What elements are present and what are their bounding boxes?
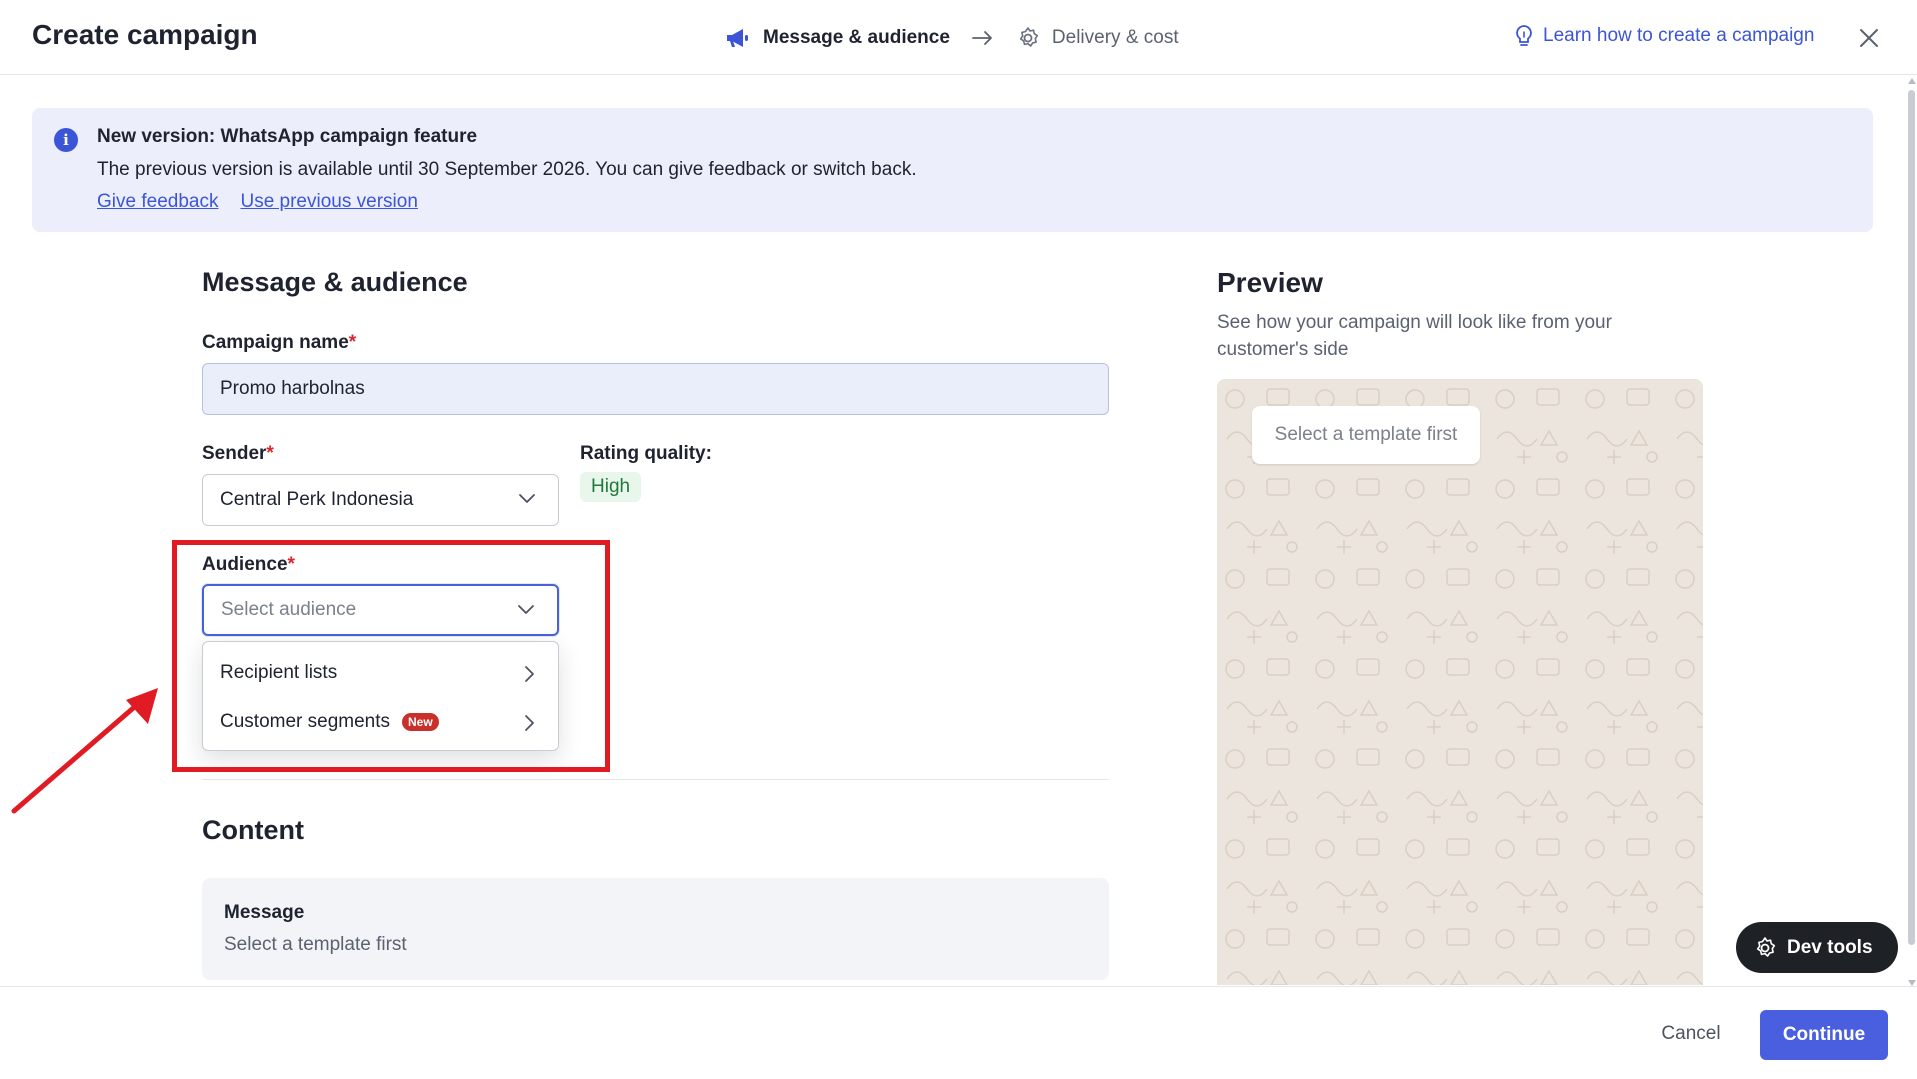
step-delivery-cost[interactable]: Delivery & cost bbox=[1016, 26, 1179, 50]
dev-tools-button[interactable]: Dev tools bbox=[1736, 922, 1898, 973]
chat-bubble-placeholder: Select a template first bbox=[1252, 406, 1480, 464]
banner-links: Give feedback Use previous version bbox=[97, 191, 418, 213]
megaphone-icon bbox=[727, 29, 748, 47]
scroll-up-arrow[interactable] bbox=[1908, 78, 1916, 84]
chat-preview-canvas: Select a template first bbox=[1217, 379, 1703, 985]
sender-label: Sender* bbox=[202, 443, 274, 464]
section-title-message-audience: Message & audience bbox=[202, 267, 468, 297]
give-feedback-link[interactable]: Give feedback bbox=[97, 191, 218, 213]
step-message-audience[interactable]: Message & audience bbox=[725, 27, 950, 49]
annotation-arrow bbox=[11, 688, 158, 814]
stepper: Message & audience Delivery & cost bbox=[725, 22, 1179, 54]
arrow-right-icon bbox=[972, 30, 994, 46]
info-icon: i bbox=[54, 128, 78, 152]
step-label: Message & audience bbox=[763, 27, 950, 48]
page-title: Create campaign bbox=[32, 19, 258, 50]
campaign-name-input[interactable]: Promo harbolnas bbox=[202, 363, 1109, 415]
preview-subtitle: See how your campaign will look like fro… bbox=[1217, 312, 1612, 360]
close-button[interactable] bbox=[1856, 25, 1882, 51]
cancel-button[interactable]: Cancel bbox=[1641, 1014, 1741, 1054]
step-label: Delivery & cost bbox=[1051, 27, 1179, 48]
chevron-down-icon bbox=[519, 494, 535, 503]
chat-wallpaper-pattern bbox=[1217, 379, 1703, 985]
message-card-subtitle: Select a template first bbox=[224, 934, 407, 955]
banner-text: The previous version is available until … bbox=[97, 159, 917, 180]
learn-link-label: Learn how to create a campaign bbox=[1543, 25, 1815, 46]
continue-button[interactable]: Continue bbox=[1760, 1010, 1888, 1060]
learn-campaign-link[interactable]: Learn how to create a campaign bbox=[1513, 24, 1814, 48]
campaign-name-label: Campaign name* bbox=[202, 332, 357, 353]
annotation-highlight-box bbox=[172, 540, 610, 772]
section-divider bbox=[202, 779, 1109, 780]
close-icon bbox=[1860, 29, 1878, 47]
message-card[interactable]: Message Select a template first bbox=[202, 878, 1109, 980]
sender-select[interactable]: Central Perk Indonesia bbox=[202, 474, 559, 526]
use-previous-version-link[interactable]: Use previous version bbox=[240, 191, 417, 213]
section-title-content: Content bbox=[202, 815, 304, 845]
lightbulb-icon bbox=[1516, 25, 1532, 46]
banner-title: New version: WhatsApp campaign feature bbox=[97, 126, 478, 147]
scroll-thumb[interactable] bbox=[1908, 90, 1915, 945]
message-card-title: Message bbox=[224, 902, 305, 923]
scrollbar[interactable] bbox=[1906, 78, 1917, 986]
gear-icon bbox=[1019, 27, 1039, 47]
dev-tools-label: Dev tools bbox=[1787, 936, 1873, 958]
gear-icon bbox=[1756, 936, 1776, 957]
footer-bar: Cancel Continue bbox=[0, 986, 1917, 1079]
rating-quality-label: Rating quality: bbox=[580, 443, 712, 464]
header-bar: Create campaign Message & audience Deliv… bbox=[0, 0, 1917, 75]
preview-title: Preview bbox=[1217, 267, 1323, 298]
rating-quality-badge: High bbox=[580, 472, 642, 502]
info-banner: i New version: WhatsApp campaign feature… bbox=[32, 108, 1873, 232]
